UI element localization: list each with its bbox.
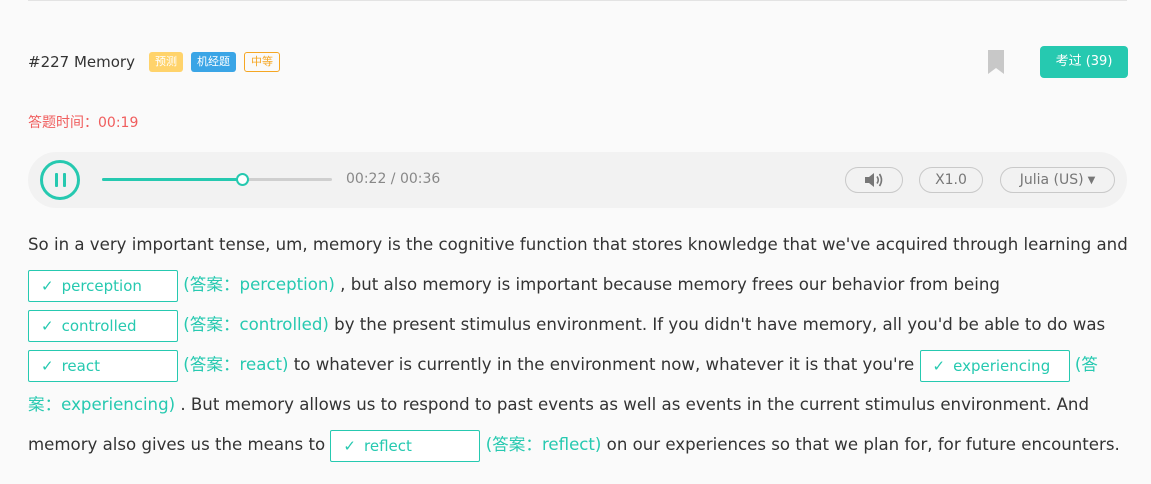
passage-segment: on our experiences so that we plan for, … <box>601 435 1120 454</box>
blank-answer-1: perception <box>61 276 142 295</box>
progress-slider[interactable] <box>102 173 332 186</box>
pause-icon-bar <box>63 173 66 187</box>
tag-difficulty: 中等 <box>243 52 280 72</box>
question-title: #227 Memory <box>28 53 135 71</box>
correct-answer-1: (答案：perception) <box>183 275 335 294</box>
exam-taken-button[interactable]: 考过 (39) <box>1040 46 1128 78</box>
bookmark-icon[interactable] <box>988 50 1004 74</box>
passage-segment: to whatever is currently in the environm… <box>288 355 920 374</box>
caret-down-icon: ▼ <box>1087 175 1096 186</box>
check-icon: ✓ <box>41 276 54 295</box>
correct-answer-5: (答案：reflect) <box>485 435 602 454</box>
voice-select[interactable]: Julia (US) ▼ <box>1000 167 1115 193</box>
blank-input-4[interactable]: ✓ experiencing <box>919 349 1070 382</box>
passage-segment: by the present stimulus environment. If … <box>328 315 1106 334</box>
check-icon: ✓ <box>41 316 54 335</box>
passage-segment: , but also memory is important because m… <box>334 275 1000 294</box>
correct-answer-3: (答案：react) <box>183 355 289 374</box>
check-icon: ✓ <box>41 356 54 375</box>
audio-player: 00:22 / 00:36 X1.0 Julia (US) ▼ <box>28 152 1127 208</box>
playback-time: 00:22 / 00:36 <box>346 171 441 187</box>
timer-value: 00:19 <box>98 115 139 131</box>
pause-button[interactable] <box>40 160 80 200</box>
check-icon: ✓ <box>343 436 356 455</box>
top-divider <box>28 0 1127 1</box>
timer-label: 答题时间： <box>28 115 98 131</box>
speed-button[interactable]: X1.0 <box>919 167 983 193</box>
passage-text: So in a very important tense, um, memory… <box>28 225 1128 465</box>
check-icon: ✓ <box>932 356 946 375</box>
blank-input-5[interactable]: ✓ reflect <box>330 429 481 462</box>
pause-icon <box>55 173 58 187</box>
voice-label: Julia (US) <box>1019 172 1084 188</box>
progress-handle[interactable] <box>236 173 250 186</box>
speaker-icon <box>865 173 883 187</box>
correct-answer-2: (答案：controlled) <box>183 315 329 334</box>
progress-fill <box>102 178 243 181</box>
blank-answer-4: experiencing <box>953 356 1051 375</box>
blank-answer-2: controlled <box>61 316 137 335</box>
volume-button[interactable] <box>845 167 903 193</box>
passage-segment: So in a very important tense, um, memory… <box>28 235 1128 254</box>
blank-input-1[interactable]: ✓ perception <box>28 269 178 302</box>
question-header: #227 Memory 预测 机经题 中等 考过 (39) <box>28 46 1128 78</box>
blank-answer-3: react <box>61 356 100 375</box>
blank-input-2[interactable]: ✓ controlled <box>28 309 178 342</box>
tag-machine-question: 机经题 <box>190 52 236 72</box>
blank-input-3[interactable]: ✓ react <box>28 349 178 382</box>
tag-prediction: 预测 <box>148 52 183 72</box>
blank-answer-5: reflect <box>364 436 412 455</box>
answer-timer: 答题时间：00:19 <box>28 112 138 132</box>
